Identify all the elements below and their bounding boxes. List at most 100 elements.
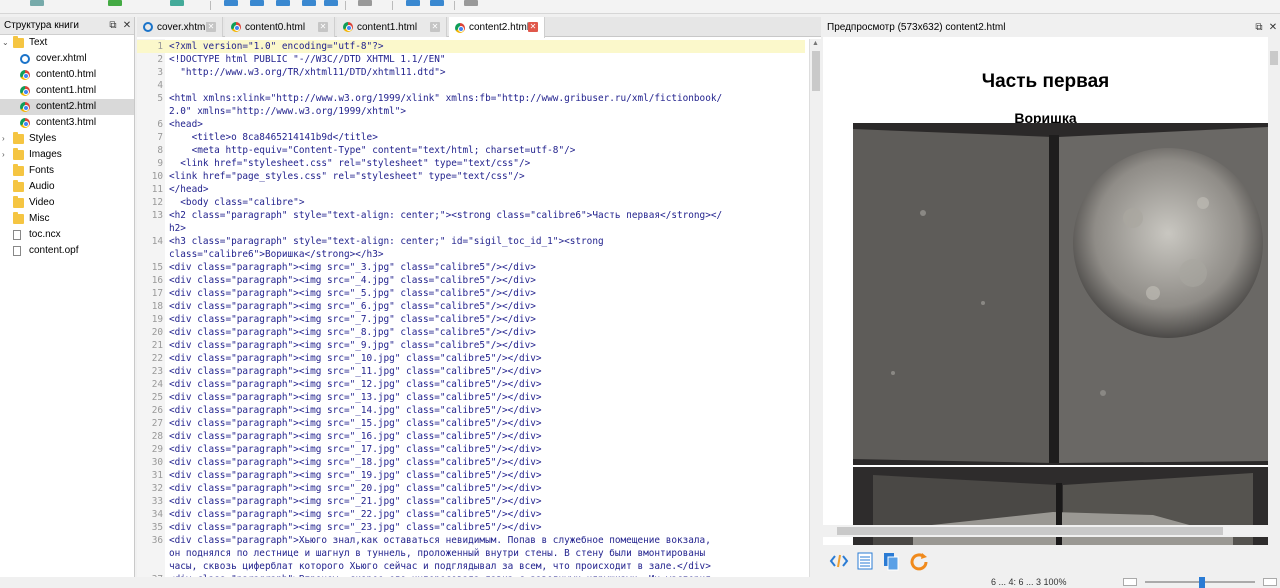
book-tree-item[interactable]: content1.html: [0, 83, 134, 99]
book-tree-item[interactable]: content2.html: [0, 99, 134, 115]
book-tree-item[interactable]: content3.html: [0, 115, 134, 131]
book-tree-item[interactable]: toc.ncx: [0, 227, 134, 243]
chrome-icon: [20, 102, 30, 112]
code-text: </head>: [169, 184, 209, 195]
editor-vertical-scrollbar[interactable]: ▲: [809, 39, 821, 577]
book-tree-item[interactable]: › Images: [0, 147, 134, 163]
book-tree-item[interactable]: Misc: [0, 211, 134, 227]
scrollbar-thumb[interactable]: [837, 527, 1223, 535]
code-icon[interactable]: [829, 551, 849, 571]
code-line: 3 "http://www.w3.org/TR/xhtml11/DTD/xhtm…: [137, 66, 805, 79]
code-line: 35 <div class="paragraph"><img src="_23.j…: [137, 521, 805, 534]
restore-icon[interactable]: ⧉: [106, 20, 120, 31]
line-number: 28: [151, 431, 163, 442]
chrome-icon: [231, 22, 241, 32]
code-line: 19 <div class="paragraph"><img src="_7.jp…: [137, 313, 805, 326]
book-browser-title: Структура книги: [4, 20, 79, 31]
zoom-out-button[interactable]: [1123, 578, 1137, 586]
preview-panel: Предпросмотр (573x632) content2.html ⧉ ✕…: [823, 17, 1280, 588]
code-text: <div class="paragraph"><img src="_13.jpg…: [169, 392, 542, 403]
editor-tab[interactable]: content0.html ✕: [225, 17, 335, 37]
close-icon[interactable]: ✕: [120, 20, 134, 31]
preview-toolbar: [823, 551, 1280, 573]
line-number: 33: [151, 496, 163, 507]
code-line: 27 <div class="paragraph"><img src="_15.j…: [137, 417, 805, 430]
line-number: 31: [151, 470, 163, 481]
book-tree-item[interactable]: content.opf: [0, 243, 134, 259]
close-icon[interactable]: ✕: [1266, 22, 1280, 33]
chrome-icon: [20, 86, 30, 96]
code-text: <div class="paragraph"><img src="_8.jpg"…: [169, 327, 536, 338]
chevron-right-icon[interactable]: ›: [2, 147, 10, 163]
preview-horizontal-scrollbar[interactable]: [823, 525, 1280, 537]
code-line: h2>: [137, 222, 805, 235]
preview-page[interactable]: Часть первая Воришка: [823, 37, 1280, 545]
restore-icon[interactable]: ⧉: [1252, 22, 1266, 33]
line-number: 30: [151, 457, 163, 468]
code-line: 37 <div class="paragraph">Впрочем, скорее…: [137, 573, 805, 577]
code-text: <div class="paragraph"><img src="_22.jpg…: [169, 509, 542, 520]
editor-tab[interactable]: content1.html ✕: [337, 17, 447, 37]
code-line: 2 <!DOCTYPE html PUBLIC "-//W3C//DTD XHTM…: [137, 53, 805, 66]
code-line: 2.0" xmlns="http://www.w3.org/1999/xhtml…: [137, 105, 805, 118]
main-toolbar: [0, 0, 1280, 14]
code-text: <body class="calibre">: [169, 197, 305, 208]
toolbar-icon[interactable]: [224, 0, 238, 6]
chevron-down-icon[interactable]: ⌄: [2, 35, 10, 51]
book-tree-item[interactable]: content0.html: [0, 67, 134, 83]
close-tab-icon[interactable]: ✕: [206, 22, 216, 32]
line-number: 5: [157, 93, 163, 104]
toolbar-icon[interactable]: [276, 0, 290, 6]
toolbar-icon[interactable]: [170, 0, 184, 6]
book-tree-item[interactable]: Fonts: [0, 163, 134, 179]
book-tree-item-label: Styles: [29, 133, 57, 144]
illustration-drawing: [853, 123, 1268, 465]
book-tree-item[interactable]: cover.xhtml: [0, 51, 134, 67]
book-tree-item[interactable]: ⌄ Text: [0, 35, 134, 51]
toolbar-icon[interactable]: [464, 0, 478, 6]
code-text: <div class="paragraph"><img src="_6.jpg"…: [169, 301, 536, 312]
line-number: 7: [157, 132, 163, 143]
toolbar-icon[interactable]: [406, 0, 420, 6]
copy-icon[interactable]: [881, 551, 901, 571]
toolbar-icon[interactable]: [108, 0, 122, 6]
code-text: он поднялся по лестнице и шагнул в тунне…: [169, 548, 706, 559]
toolbar-icon[interactable]: [430, 0, 444, 6]
book-tree-item[interactable]: Audio: [0, 179, 134, 195]
toolbar-icon[interactable]: [358, 0, 372, 6]
code-text: <title>o 8ca8465214141b9d</title>: [169, 132, 378, 143]
list-icon[interactable]: [855, 551, 875, 571]
line-number: 1: [157, 41, 163, 52]
zoom-in-button[interactable]: [1263, 578, 1277, 586]
zoom-slider-handle[interactable]: [1199, 577, 1205, 588]
scroll-up-icon[interactable]: ▲: [812, 40, 819, 47]
toolbar-icon[interactable]: [302, 0, 316, 6]
code-text: <head>: [169, 119, 203, 130]
book-tree-item[interactable]: › Styles: [0, 131, 134, 147]
chevron-right-icon[interactable]: ›: [2, 131, 10, 147]
preview-vertical-scrollbar[interactable]: [1268, 37, 1280, 545]
toolbar-icon[interactable]: [30, 0, 44, 6]
scrollbar-thumb[interactable]: [812, 51, 820, 91]
line-number: 21: [151, 340, 163, 351]
toolbar-icon[interactable]: [250, 0, 264, 6]
code-line: 5 <html xmlns:xlink="http://www.w3.org/19…: [137, 92, 805, 105]
toolbar-icon[interactable]: [324, 0, 338, 6]
line-number: 27: [151, 418, 163, 429]
editor-tab[interactable]: content2.html ✕: [449, 17, 545, 38]
close-tab-icon[interactable]: ✕: [528, 22, 538, 32]
code-text: <div class="paragraph"><img src="_20.jpg…: [169, 483, 542, 494]
toolbar-separator: [210, 1, 211, 10]
code-view[interactable]: 1 <?xml version="1.0" encoding="utf-8"?> 2…: [137, 39, 821, 577]
book-tree-item[interactable]: Video: [0, 195, 134, 211]
close-tab-icon[interactable]: ✕: [430, 22, 440, 32]
code-text: <div class="paragraph"><img src="_12.jpg…: [169, 379, 542, 390]
refresh-icon[interactable]: [909, 551, 929, 571]
line-number: 14: [151, 236, 163, 247]
toolbar-separator: [345, 1, 346, 10]
line-number: 29: [151, 444, 163, 455]
editor-tab[interactable]: cover.xhtml ✕: [137, 17, 223, 37]
close-tab-icon[interactable]: ✕: [318, 22, 328, 32]
scrollbar-thumb[interactable]: [1270, 51, 1278, 65]
folder-icon: [13, 164, 24, 176]
